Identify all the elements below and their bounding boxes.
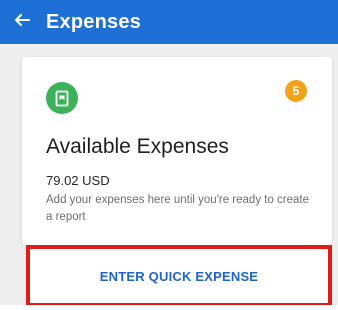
- back-button[interactable]: [0, 0, 44, 44]
- card-title: Available Expenses: [46, 135, 229, 158]
- bottom-divider: [0, 305, 338, 310]
- expense-count-badge: 5: [285, 80, 307, 102]
- expense-amount: 79.02 USD: [46, 173, 110, 188]
- receipt-icon: [46, 82, 78, 114]
- arrow-left-icon: [13, 11, 31, 34]
- enter-quick-expense-button[interactable]: ENTER QUICK EXPENSE: [26, 245, 332, 307]
- page-title: Expenses: [46, 10, 141, 33]
- expenses-screen: Expenses 5 Available Expenses 79.02 USD …: [0, 0, 338, 310]
- app-bar: Expenses: [0, 0, 338, 44]
- enter-quick-expense-label: ENTER QUICK EXPENSE: [99, 268, 259, 284]
- card-description: Add your expenses here until you're read…: [46, 194, 310, 223]
- available-expenses-card[interactable]: 5 Available Expenses 79.02 USD Add your …: [22, 57, 332, 245]
